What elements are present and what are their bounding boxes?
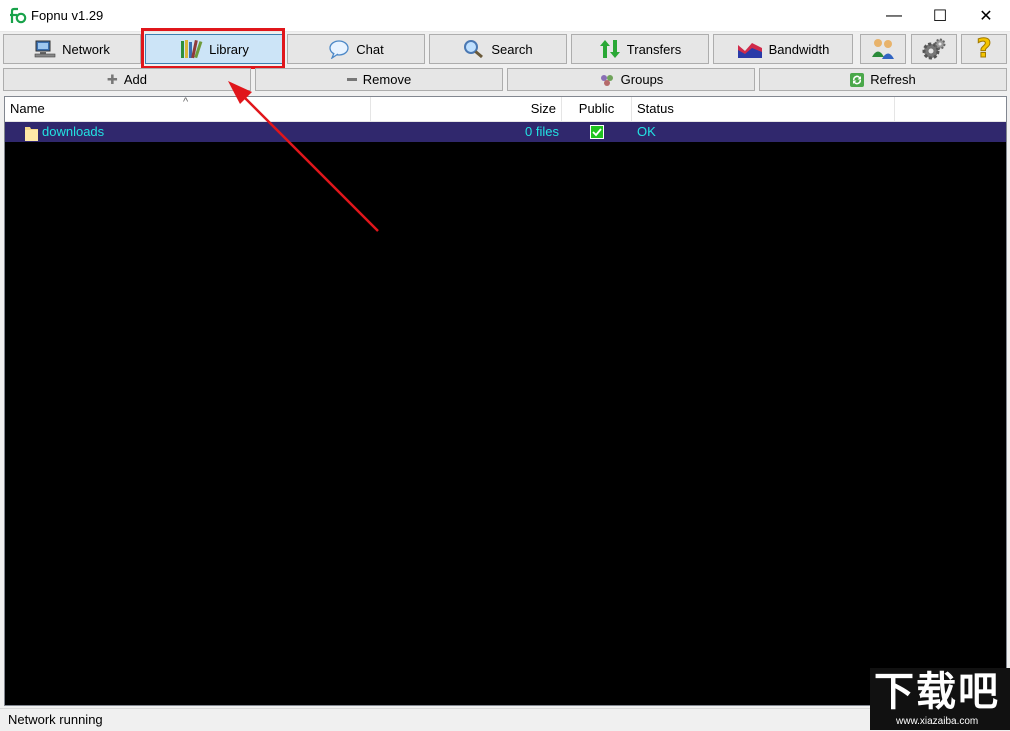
remove-button-label: Remove [362, 72, 412, 87]
folder-icon [25, 127, 38, 141]
refresh-button[interactable]: Refresh [759, 68, 1007, 91]
watermark-url: www.xiazaiba.com [896, 716, 979, 727]
transfers-arrows-icon [599, 40, 620, 58]
watermark-text: 下载吧 [874, 669, 1000, 715]
bandwidth-button-label: Bandwidth [768, 41, 830, 57]
status-text: Network running [8, 712, 103, 727]
library-list[interactable]: Name ^ Size Public Status downloads 0 fi… [4, 96, 1007, 706]
users-button[interactable] [860, 34, 906, 64]
plus-icon: ✚ [106, 71, 118, 87]
minimize-icon: — [886, 6, 902, 24]
column-header-status[interactable]: Status [632, 97, 895, 121]
add-button[interactable]: ✚ Add [3, 68, 251, 91]
refresh-icon [850, 72, 865, 87]
column-header-name-label: Name [10, 101, 45, 116]
library-highlight-box [141, 28, 285, 69]
settings-button[interactable] [911, 34, 957, 64]
close-button[interactable]: ✕ [963, 0, 1009, 31]
network-computer-icon [34, 40, 56, 58]
help-button[interactable]: ? [961, 34, 1007, 65]
chat-button-label: Chat [356, 41, 384, 57]
groups-button-label: Groups [620, 72, 664, 87]
list-header: Name ^ Size Public Status [5, 97, 1006, 122]
table-row[interactable]: downloads 0 files OK [5, 122, 1006, 142]
watermark-logo: 下载吧 www.xiazaiba.com [870, 668, 1010, 730]
column-header-name[interactable]: Name ^ [5, 97, 371, 121]
search-button-label: Search [491, 41, 533, 57]
row-size: 0 files [525, 124, 559, 139]
chat-button[interactable]: Chat [287, 34, 425, 64]
transfers-button[interactable]: Transfers [571, 34, 709, 64]
question-mark-help-icon: ? [976, 34, 992, 65]
row-name: downloads [42, 124, 105, 139]
column-header-public-label: Public [578, 101, 615, 116]
sort-ascending-icon: ^ [183, 96, 189, 108]
transfers-button-label: Transfers [626, 41, 682, 57]
maximize-icon: ☐ [932, 7, 948, 25]
groups-button[interactable]: Groups [507, 68, 755, 91]
minus-icon [346, 78, 357, 81]
column-header-status-label: Status [637, 101, 674, 116]
groups-icon [600, 74, 613, 86]
status-bar: Network running [0, 708, 1010, 731]
gears-settings-icon [922, 38, 946, 60]
fopnu-logo-icon [10, 7, 27, 24]
search-button[interactable]: Search [429, 34, 567, 64]
close-icon: ✕ [979, 7, 993, 25]
minimize-button[interactable]: — [871, 0, 917, 31]
network-button[interactable]: Network [3, 34, 141, 64]
column-header-size-label: Size [530, 101, 556, 116]
network-button-label: Network [62, 41, 110, 57]
library-action-bar: ✚ Add Remove Groups Refresh [0, 67, 1010, 93]
chat-bubble-icon [329, 40, 349, 59]
row-status: OK [637, 124, 656, 139]
window-title: Fopnu v1.29 [31, 8, 104, 23]
maximize-button[interactable]: ☐ [917, 0, 963, 31]
column-header-filler [895, 97, 1006, 121]
column-header-public[interactable]: Public [562, 97, 632, 121]
refresh-button-label: Refresh [870, 72, 916, 87]
users-group-icon [872, 39, 894, 59]
checkmark-icon [592, 128, 602, 137]
column-header-size[interactable]: Size [371, 97, 562, 121]
public-checkbox[interactable] [590, 125, 604, 139]
add-button-label: Add [123, 72, 148, 87]
remove-button[interactable]: Remove [255, 68, 503, 91]
bandwidth-graph-icon [737, 43, 762, 58]
bandwidth-button[interactable]: Bandwidth [713, 34, 853, 64]
magnifier-search-icon [464, 40, 484, 59]
